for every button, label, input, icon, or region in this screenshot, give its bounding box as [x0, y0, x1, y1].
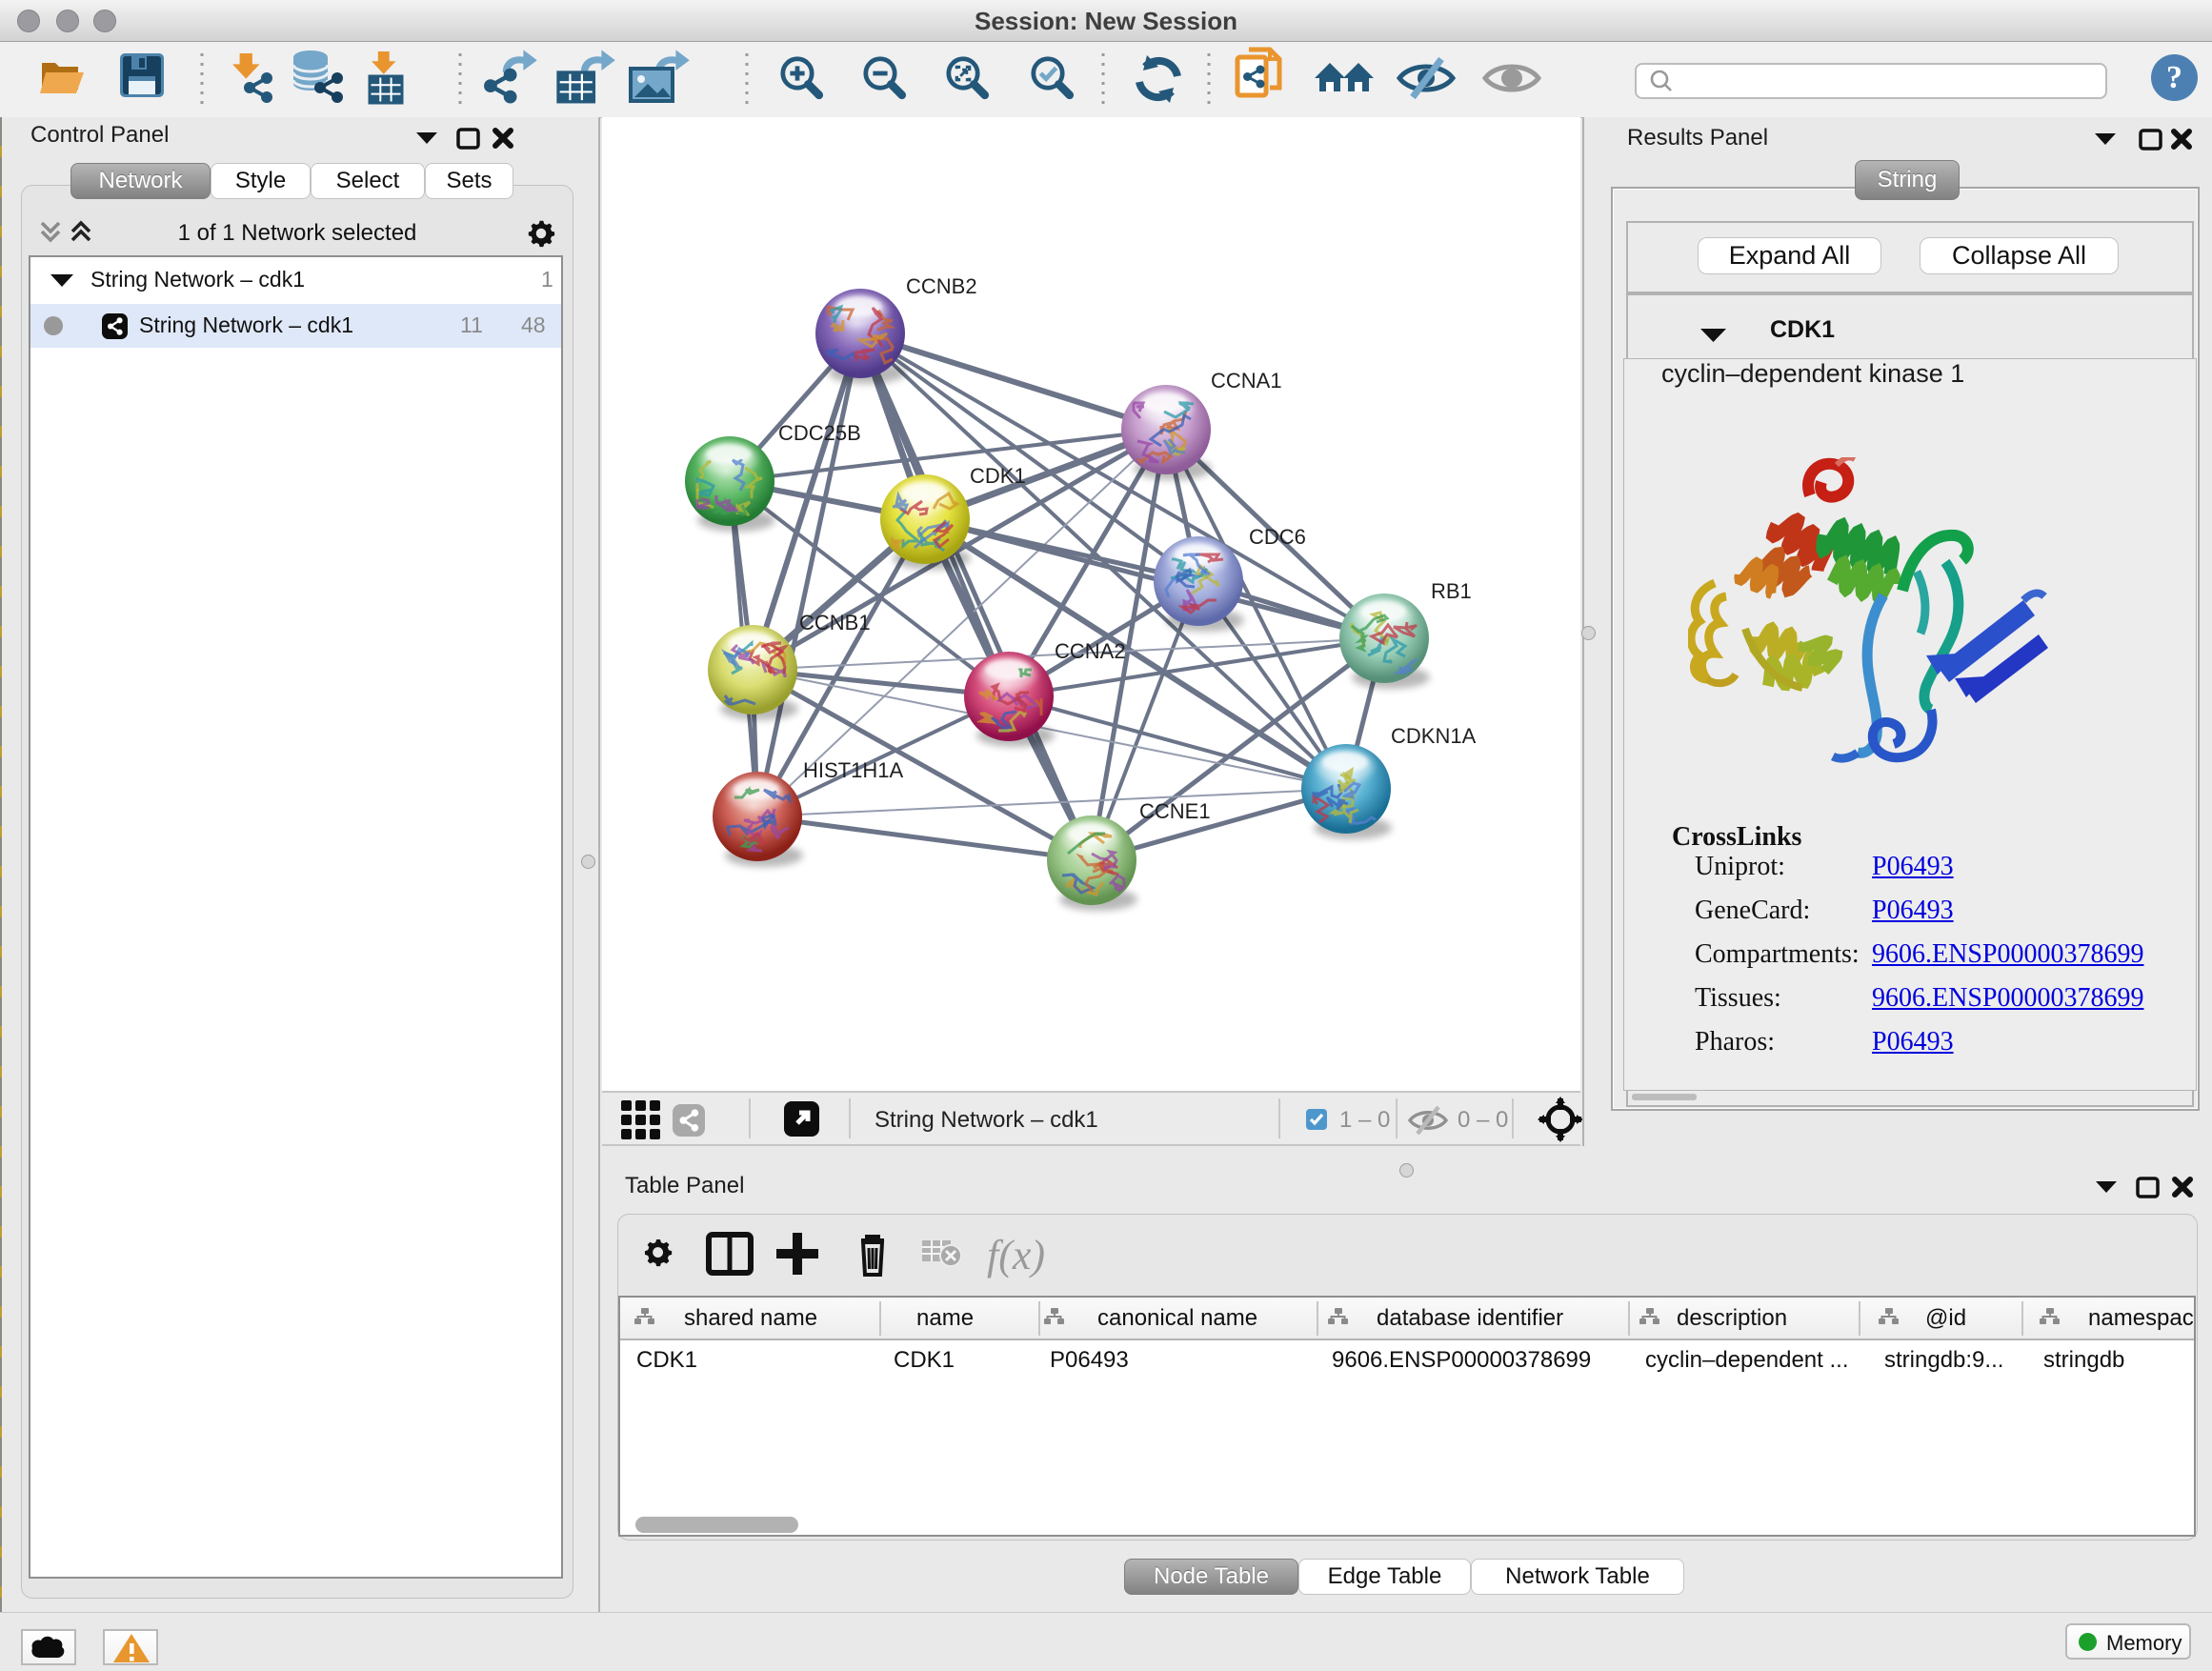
svg-text:HIST1H1A: HIST1H1A: [803, 758, 903, 782]
svg-text:CCNA2: CCNA2: [1055, 639, 1126, 663]
svg-text:RB1: RB1: [1431, 579, 1472, 603]
svg-text:CDK1: CDK1: [970, 464, 1026, 488]
svg-text:CCNE1: CCNE1: [1139, 799, 1211, 823]
svg-text:CCNA1: CCNA1: [1211, 369, 1282, 393]
svg-text:CDC25B: CDC25B: [778, 421, 861, 445]
svg-text:CCNB1: CCNB1: [799, 611, 871, 634]
svg-text:CDKN1A: CDKN1A: [1391, 724, 1477, 748]
svg-text:CDC6: CDC6: [1249, 525, 1306, 549]
svg-text:CCNB2: CCNB2: [906, 274, 977, 298]
svg-text:f(x): f(x): [987, 1232, 1045, 1278]
